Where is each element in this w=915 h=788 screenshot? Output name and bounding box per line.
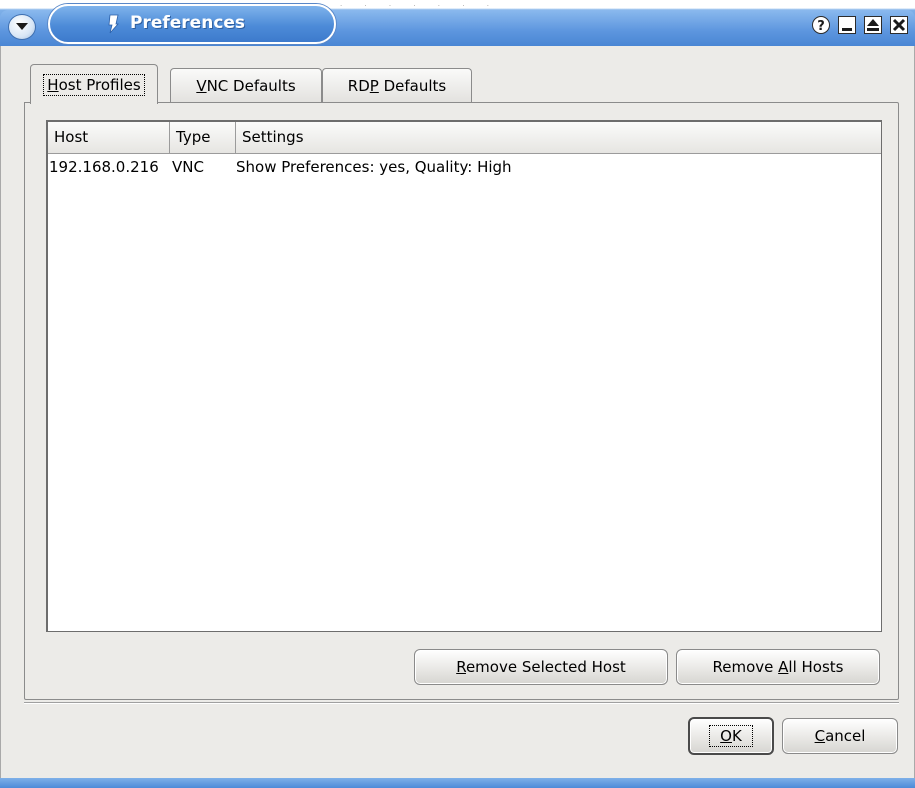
maximize-button[interactable] xyxy=(863,15,883,35)
tab-host-profiles[interactable]: Host Profiles xyxy=(30,64,158,104)
window-controls: ? xyxy=(811,15,909,35)
title-bar[interactable]: · · · · · · · Preferences ? xyxy=(0,0,915,46)
host-list-header: Host Type Settings xyxy=(48,122,881,154)
close-button[interactable] xyxy=(889,15,909,35)
cell-host: 192.168.0.216 xyxy=(49,158,159,176)
help-icon: ? xyxy=(812,16,830,34)
preferences-window: · · · · · · · Preferences ? Host Profile… xyxy=(0,0,915,788)
cancel-button[interactable]: Cancel xyxy=(782,718,898,754)
minimize-icon xyxy=(838,16,856,34)
close-icon xyxy=(890,16,908,34)
tab-rdp-defaults[interactable]: RDP Defaults xyxy=(322,68,472,102)
ok-label: OK xyxy=(709,725,753,747)
window-bottom-border xyxy=(0,778,915,788)
tab-vnc-defaults[interactable]: VNC Defaults xyxy=(170,68,322,102)
cancel-label: Cancel xyxy=(814,727,866,745)
column-host[interactable]: Host xyxy=(48,122,170,153)
dialog-separator xyxy=(24,702,899,704)
window-title: Preferences xyxy=(130,13,246,33)
column-settings[interactable]: Settings xyxy=(236,122,882,153)
help-button[interactable]: ? xyxy=(811,15,831,35)
table-row[interactable]: 192.168.0.216 VNC Show Preferences: yes,… xyxy=(48,154,881,180)
tab-vnc-defaults-label: VNC Defaults xyxy=(196,76,296,95)
window-menu-button[interactable] xyxy=(8,14,36,40)
remove-selected-host-label: Remove Selected Host xyxy=(456,658,626,676)
remove-selected-host-button[interactable]: Remove Selected Host xyxy=(414,649,668,685)
title-pill: Preferences xyxy=(48,4,336,44)
cell-settings: Show Preferences: yes, Quality: High xyxy=(236,158,512,176)
tab-rdp-defaults-label: RDP Defaults xyxy=(347,76,447,95)
app-icon xyxy=(108,14,119,34)
ok-button[interactable]: OK xyxy=(688,717,774,755)
cell-type: VNC xyxy=(172,158,204,176)
remove-all-hosts-button[interactable]: Remove All Hosts xyxy=(676,649,880,685)
host-list[interactable]: Host Type Settings 192.168.0.216 VNC Sho… xyxy=(46,120,882,632)
column-type[interactable]: Type xyxy=(170,122,236,153)
svg-text:?: ? xyxy=(817,19,825,34)
title-bar-dots: · · · · · · · xyxy=(340,2,499,10)
minimize-button[interactable] xyxy=(837,15,857,35)
chevron-down-icon xyxy=(16,23,28,30)
remove-all-hosts-label: Remove All Hosts xyxy=(712,658,844,676)
tab-host-profiles-label: Host Profiles xyxy=(43,73,145,96)
maximize-icon xyxy=(864,16,882,34)
